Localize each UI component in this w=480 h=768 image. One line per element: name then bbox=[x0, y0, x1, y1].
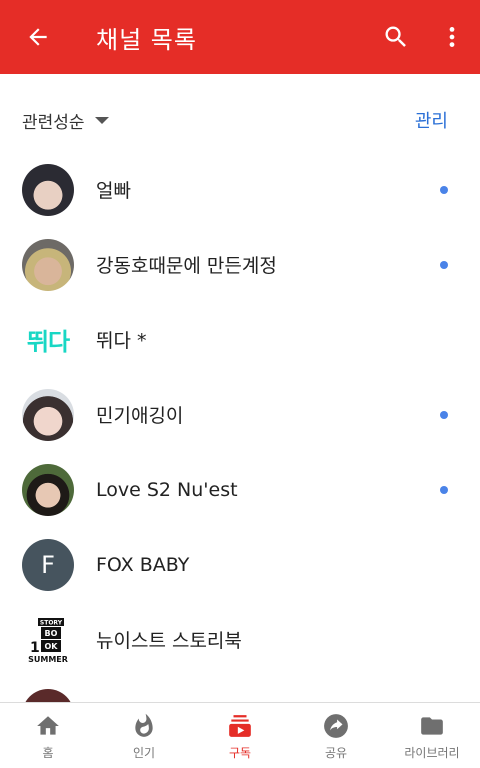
channel-list: 얼빠 강동호때문에 만든계정 뛰다 뛰다 * 민기애깅이 Love S2 Nu'… bbox=[0, 152, 480, 752]
channel-row[interactable]: Love S2 Nu'est bbox=[0, 452, 480, 527]
search-icon bbox=[385, 26, 406, 47]
fire-icon bbox=[135, 713, 153, 737]
sort-bar: 관련성순 관리 bbox=[0, 92, 480, 148]
chevron-down-icon bbox=[94, 116, 109, 124]
logo-text: BO bbox=[45, 629, 58, 638]
logo-text: STORY bbox=[40, 619, 63, 626]
channel-avatar bbox=[22, 463, 74, 516]
channel-name: 뉴이스트 스토리북 bbox=[96, 630, 242, 652]
app-bar: 채널 목록 bbox=[0, 0, 480, 74]
logo-text: 1 bbox=[30, 640, 40, 656]
nav-label: 인기 bbox=[132, 746, 156, 760]
manage-button[interactable]: 관리 bbox=[415, 92, 448, 148]
channel-avatar bbox=[22, 163, 74, 216]
page-title: 채널 목록 bbox=[96, 25, 197, 54]
arrow-back-icon bbox=[29, 28, 47, 46]
channel-name: FOX BABY bbox=[96, 553, 190, 576]
share-icon bbox=[324, 714, 348, 738]
channel-row[interactable]: 얼빠 bbox=[0, 152, 480, 227]
nav-label: 라이브러리 bbox=[404, 746, 460, 760]
search-button[interactable] bbox=[368, 0, 424, 74]
channel-row[interactable]: 민기애깅이 bbox=[0, 377, 480, 452]
sort-dropdown[interactable]: 관련성순 bbox=[0, 92, 109, 148]
more-options-button[interactable] bbox=[424, 0, 480, 74]
nav-home[interactable]: 홈 bbox=[0, 703, 96, 768]
new-content-dot bbox=[440, 185, 448, 194]
nav-trending[interactable]: 인기 bbox=[96, 703, 192, 768]
nav-subscriptions[interactable]: 구독 bbox=[192, 703, 288, 768]
back-button[interactable] bbox=[0, 0, 76, 74]
channel-row[interactable]: 강동호때문에 만든계정 bbox=[0, 227, 480, 302]
channel-name: 강동호때문에 만든계정 bbox=[96, 255, 277, 277]
sort-label: 관련성순 bbox=[22, 112, 85, 133]
nav-label: 홈 bbox=[42, 746, 54, 760]
nav-label: 공유 bbox=[324, 746, 348, 760]
channel-avatar bbox=[22, 388, 74, 441]
nav-share[interactable]: 공유 bbox=[288, 703, 384, 768]
channel-name: Love S2 Nu'est bbox=[96, 478, 238, 501]
channel-row[interactable]: F FOX BABY bbox=[0, 527, 480, 602]
nav-label: 구독 bbox=[228, 746, 252, 760]
folder-icon bbox=[421, 717, 443, 735]
bottom-navigation: 홈 인기 구독 공유 라이브러리 bbox=[0, 702, 480, 768]
logo-text: OK bbox=[45, 642, 59, 651]
channel-name: 뛰다 * bbox=[96, 330, 147, 352]
channel-row[interactable]: 뛰다 뛰다 * bbox=[0, 302, 480, 377]
home-icon bbox=[37, 716, 59, 735]
channel-name: 민기애깅이 bbox=[96, 405, 184, 427]
channel-avatar bbox=[22, 238, 74, 291]
storybook-logo: STORY BO OK 1 SUMMER bbox=[22, 613, 74, 666]
channel-row[interactable]: STORY BO OK 1 SUMMER 뉴이스트 스토리북 bbox=[0, 602, 480, 677]
channel-name: 얼빠 bbox=[96, 180, 131, 202]
new-content-dot bbox=[440, 410, 448, 419]
new-content-dot bbox=[440, 260, 448, 269]
more-vert-icon bbox=[449, 27, 455, 47]
new-content-dot bbox=[440, 485, 448, 494]
nav-library[interactable]: 라이브러리 bbox=[384, 703, 480, 768]
channel-avatar-text: 뛰다 bbox=[26, 328, 70, 356]
logo-text: SUMMER bbox=[28, 655, 68, 664]
subscriptions-icon bbox=[229, 715, 251, 737]
channel-avatar-letter: F bbox=[22, 538, 74, 591]
